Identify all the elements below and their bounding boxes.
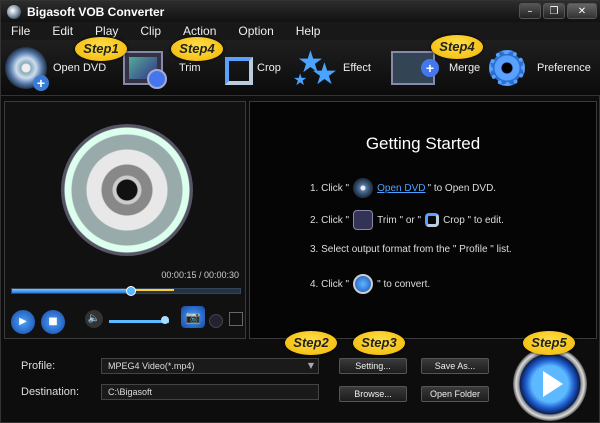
- crop-label: Crop: [257, 62, 281, 74]
- open-dvd-label: Open DVD: [53, 62, 107, 74]
- maximize-icon[interactable]: ❐: [543, 3, 565, 19]
- menu-help[interactable]: Help: [296, 24, 321, 38]
- step4-trim-badge: Step4: [171, 37, 223, 61]
- merge-icon: [391, 51, 439, 85]
- guide-step1: 1. Click " Open DVD " to Open DVD.: [310, 178, 496, 198]
- volume-thumb[interactable]: [161, 316, 169, 324]
- gear-icon: [489, 50, 525, 86]
- open-dvd-icon: [5, 47, 49, 91]
- destination-label: Destination:: [21, 386, 80, 398]
- effect-stars-icon: ★ ★ ★: [293, 46, 338, 91]
- crop-icon: [221, 53, 253, 85]
- trim-icon: [123, 51, 167, 89]
- guide-step3: 3. Select output format from the " Profi…: [310, 244, 512, 255]
- guide-title: Getting Started: [365, 134, 481, 153]
- setting-button[interactable]: Setting...: [339, 358, 407, 374]
- preference-button[interactable]: Preference: [489, 46, 591, 90]
- app-window: Bigasoft VOB Converter – ❐ ✕ File Edit P…: [0, 0, 600, 423]
- step4-merge-badge: Step4: [431, 35, 483, 59]
- destination-value: C:\Bigasoft: [108, 387, 153, 397]
- trim-small-icon: [353, 210, 374, 230]
- video-preview: 00:00:15 / 00:00:30 ▶ ■ 🔈 📷: [4, 101, 246, 339]
- stop-button[interactable]: ■: [41, 310, 65, 334]
- menu-clip[interactable]: Clip: [140, 24, 161, 38]
- time-display: 00:00:15 / 00:00:30: [161, 270, 239, 280]
- effect-label: Effect: [343, 62, 371, 74]
- window-title: Bigasoft VOB Converter: [27, 4, 165, 19]
- menu-play[interactable]: Play: [95, 24, 118, 38]
- open-folder-button[interactable]: Open Folder: [421, 386, 489, 402]
- preference-label: Preference: [537, 62, 591, 74]
- step1-badge: Step1: [75, 37, 127, 61]
- menu-edit[interactable]: Edit: [52, 24, 73, 38]
- step5-badge: Step5: [523, 331, 575, 355]
- menu-action[interactable]: Action: [183, 24, 216, 38]
- profile-value: MPEG4 Video(*.mp4): [108, 361, 195, 371]
- menu-option[interactable]: Option: [238, 24, 273, 38]
- convert-small-icon: [353, 274, 374, 294]
- window-controls: – ❐ ✕: [519, 3, 597, 19]
- minimize-icon[interactable]: –: [519, 3, 541, 19]
- progress-thumb[interactable]: [125, 286, 136, 296]
- volume-icon[interactable]: 🔈: [85, 310, 103, 328]
- browse-button[interactable]: Browse...: [339, 386, 407, 402]
- save-as-button[interactable]: Save As...: [421, 358, 489, 374]
- playback-progress[interactable]: [11, 286, 241, 296]
- crop-button[interactable]: Crop: [221, 46, 281, 90]
- snapshot-camera-icon[interactable]: 📷: [181, 306, 205, 328]
- getting-started-panel: Getting Started 1. Click " Open DVD " to…: [249, 101, 597, 339]
- close-icon[interactable]: ✕: [567, 3, 597, 19]
- progress-marker: [134, 289, 174, 291]
- step2-badge: Step2: [285, 331, 337, 355]
- chevron-down-icon: ▼: [307, 361, 314, 370]
- profile-label: Profile:: [21, 360, 56, 372]
- crop-small-icon: [425, 213, 440, 227]
- guide-step2: 2. Click " Trim " or " Crop " to edit.: [310, 210, 504, 230]
- convert-button[interactable]: [513, 347, 587, 421]
- play-button[interactable]: ▶: [11, 310, 35, 334]
- menu-file[interactable]: File: [11, 24, 30, 38]
- app-logo-icon: [7, 4, 21, 19]
- effect-button[interactable]: ★ ★ ★ Effect: [293, 46, 371, 90]
- open-snapshot-folder-icon[interactable]: [209, 314, 223, 328]
- merge-label: Merge: [449, 62, 481, 74]
- dvd-disc-image: [61, 124, 193, 256]
- title-bar: Bigasoft VOB Converter – ❐ ✕: [1, 1, 600, 22]
- profile-select[interactable]: MPEG4 Video(*.mp4) ▼: [101, 358, 319, 374]
- output-settings: Profile: MPEG4 Video(*.mp4) ▼ Destinatio…: [1, 344, 600, 423]
- trim-label: Trim: [179, 62, 201, 74]
- progress-fill: [12, 289, 131, 293]
- step3-badge: Step3: [353, 331, 405, 355]
- open-dvd-link[interactable]: Open DVD: [377, 183, 425, 194]
- fullscreen-icon[interactable]: [229, 312, 243, 326]
- destination-field[interactable]: C:\Bigasoft: [101, 384, 319, 400]
- guide-step4: 4. Click " " to convert.: [310, 274, 430, 294]
- open-dvd-small-icon: [353, 178, 374, 198]
- volume-slider[interactable]: [109, 320, 169, 323]
